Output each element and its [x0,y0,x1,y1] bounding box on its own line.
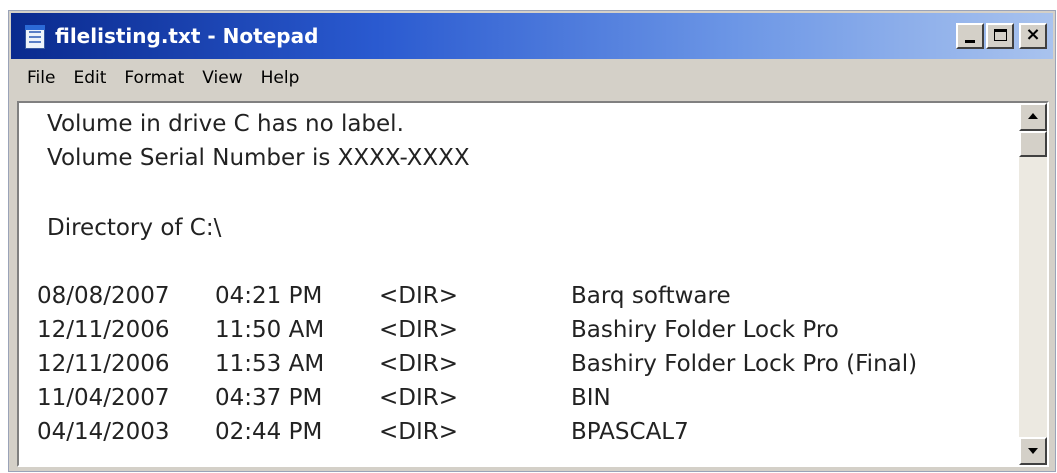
entry-date: 11/04/2007 [37,385,170,411]
menu-file[interactable]: File [19,68,63,88]
entry-date: 08/08/2007 [37,283,170,309]
menu-view[interactable]: View [194,68,250,88]
menu-help[interactable]: Help [253,68,308,88]
title-bar[interactable]: filelisting.txt - Notepad × [11,13,1053,59]
minimize-button[interactable] [956,23,984,49]
close-button[interactable]: × [1019,23,1047,49]
entry-type: <DIR> [379,419,459,445]
menu-bar: File Edit Format View Help [11,61,1053,95]
listing-row: 12/11/2006 11:50 AM <DIR> Bashiry Folder… [19,315,1017,345]
entry-date: 12/11/2006 [37,317,170,343]
arrow-down-icon [1028,448,1038,454]
entry-time: 11:53 AM [215,351,325,377]
entry-name: Bashiry Folder Lock Pro (Final) [571,351,918,377]
entry-time: 11:50 AM [215,317,325,343]
entry-type: <DIR> [379,385,459,411]
listing-row: 11/04/2007 04:37 PM <DIR> BIN [19,383,1017,413]
maximize-button[interactable] [986,23,1014,49]
arrow-up-icon [1028,113,1038,119]
entry-type: <DIR> [379,351,459,377]
notepad-window: filelisting.txt - Notepad × File Edit Fo… [8,10,1056,472]
text-editor[interactable]: Volume in drive C has no label. Volume S… [17,101,1049,467]
document-text[interactable]: Volume in drive C has no label. Volume S… [19,103,1017,465]
entry-date: 12/11/2006 [37,351,170,377]
entry-name: Bashiry Folder Lock Pro [571,317,839,343]
listing-row: 12/11/2006 11:53 AM <DIR> Bashiry Folder… [19,349,1017,379]
menu-edit[interactable]: Edit [65,68,114,88]
entry-type: <DIR> [379,283,459,309]
entry-date: 04/14/2003 [37,419,170,445]
minimize-icon [965,40,975,43]
scroll-thumb[interactable] [1019,131,1047,157]
menu-format[interactable]: Format [116,68,192,88]
entry-name: Barq software [571,283,731,309]
vertical-scrollbar[interactable] [1019,103,1047,465]
maximize-icon [994,29,1007,41]
entry-time: 02:44 PM [215,419,323,445]
entry-type: <DIR> [379,317,459,343]
notepad-icon[interactable] [25,25,45,49]
entry-name: BPASCAL7 [571,419,689,445]
scroll-down-button[interactable] [1019,437,1047,465]
close-icon: × [1025,24,1041,45]
scroll-up-button[interactable] [1019,103,1047,131]
entry-name: BIN [571,385,611,411]
window-controls: × [956,23,1047,49]
listing-row: 08/08/2007 04:21 PM <DIR> Barq software [19,281,1017,311]
entry-time: 04:21 PM [215,283,323,309]
directory-line: Directory of C:\ [47,215,222,241]
window-title: filelisting.txt - Notepad [55,24,319,48]
entry-time: 04:37 PM [215,385,323,411]
serial-number-line: Volume Serial Number is XXXX-XXXX [47,145,470,171]
volume-label-line: Volume in drive C has no label. [47,111,404,137]
listing-row: 04/14/2003 02:44 PM <DIR> BPASCAL7 [19,417,1017,447]
